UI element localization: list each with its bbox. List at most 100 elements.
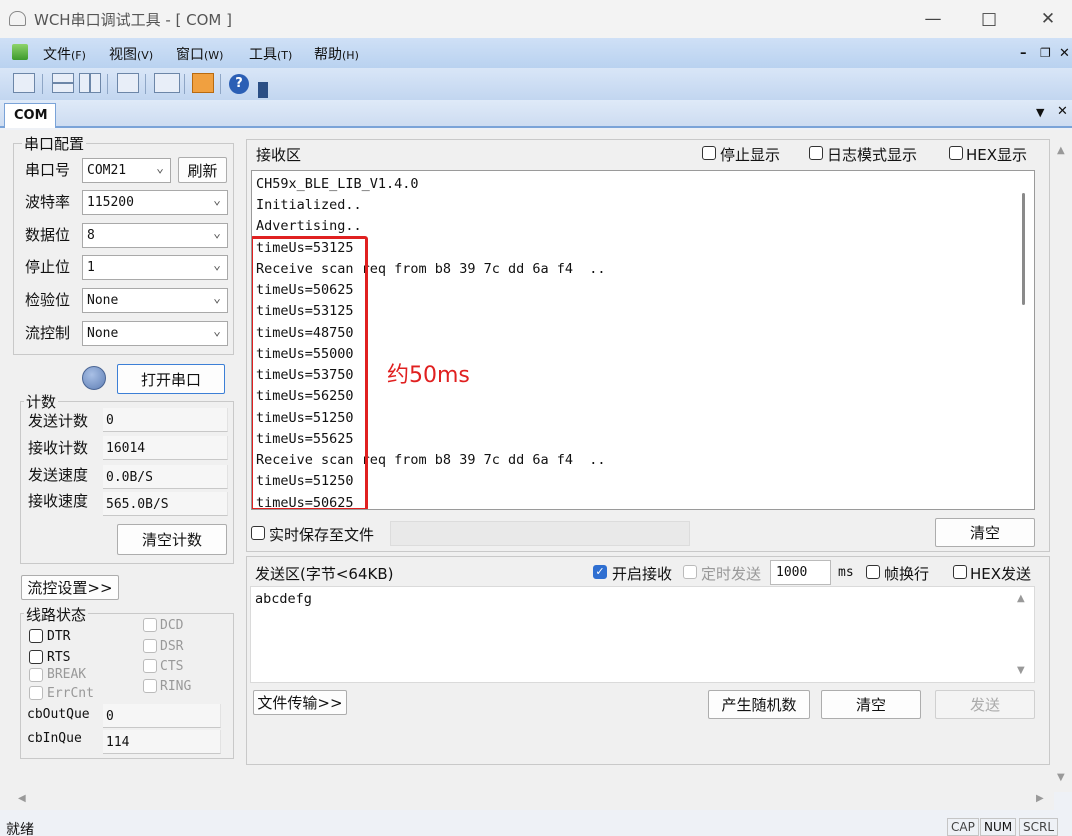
send-clear-button[interactable]: 清空 bbox=[821, 690, 921, 719]
scroll-down-icon[interactable]: ▼ bbox=[1057, 772, 1065, 783]
recv-count-value: 16014 bbox=[103, 436, 228, 460]
toolbar-separator bbox=[42, 74, 43, 94]
scroll-right-icon[interactable]: ▶ bbox=[1036, 793, 1044, 804]
tab-com[interactable]: COM bbox=[4, 103, 56, 128]
toolbar-overflow-icon[interactable] bbox=[258, 82, 268, 98]
baud-select[interactable]: 115200 ⌄ bbox=[82, 190, 228, 215]
chevron-down-icon: ⌄ bbox=[213, 258, 221, 273]
flow-select[interactable]: None ⌄ bbox=[82, 321, 228, 346]
receive-textarea[interactable]: CH59x_BLE_LIB_V1.4.0 Initialized.. Adver… bbox=[251, 170, 1035, 510]
databits-select[interactable]: 8 ⌄ bbox=[82, 223, 228, 248]
close-button[interactable]: ✕ bbox=[1025, 0, 1071, 38]
timed-send-label: 定时发送 bbox=[701, 565, 762, 583]
cts-checkbox bbox=[143, 659, 157, 673]
dtr-label: DTR bbox=[47, 629, 71, 644]
send-textarea[interactable]: abcdefg ▲ ▼ bbox=[250, 586, 1035, 683]
menu-tools[interactable]: 工具(T) bbox=[249, 44, 292, 64]
toolbar-separator bbox=[145, 74, 146, 94]
scroll-up-icon[interactable]: ▲ bbox=[1057, 145, 1065, 156]
random-button[interactable]: 产生随机数 bbox=[708, 690, 810, 719]
port-status-indicator bbox=[82, 366, 106, 390]
port-select[interactable]: COM21 ⌄ bbox=[82, 158, 171, 183]
menu-help[interactable]: 帮助(H) bbox=[314, 44, 359, 64]
tab-close-icon[interactable]: ✕ bbox=[1057, 104, 1068, 119]
sent-count-value: 0 bbox=[103, 408, 228, 432]
help-icon[interactable]: ? bbox=[229, 74, 249, 94]
refresh-button[interactable]: 刷新 bbox=[178, 157, 227, 183]
window-title: WCH串口调试工具 - [ COM ] bbox=[34, 11, 232, 29]
mdi-minimize-icon[interactable]: – bbox=[1020, 46, 1027, 61]
stop-display-checkbox[interactable] bbox=[702, 146, 716, 160]
scrl-indicator: SCRL bbox=[1019, 818, 1059, 836]
stop-display-label: 停止显示 bbox=[720, 146, 781, 164]
split-horizontal-icon[interactable] bbox=[52, 73, 74, 93]
status-bar bbox=[0, 816, 1072, 836]
log-mode-label: 日志模式显示 bbox=[827, 146, 918, 164]
upload-icon[interactable] bbox=[192, 73, 214, 93]
file-transfer-button[interactable]: 文件传输>> bbox=[253, 690, 347, 715]
calculator-icon[interactable] bbox=[117, 73, 139, 93]
break-checkbox bbox=[29, 668, 43, 682]
counts-legend: 计数 bbox=[24, 391, 59, 412]
interval-input[interactable]: 1000 bbox=[770, 560, 831, 585]
interval-unit: ms bbox=[838, 565, 854, 580]
toolbar-separator bbox=[220, 74, 221, 94]
hex-display-checkbox[interactable] bbox=[949, 146, 963, 160]
sent-count-label: 发送计数 bbox=[28, 412, 89, 430]
tab-list-icon[interactable]: ▼ bbox=[1036, 106, 1044, 119]
horizontal-scrollbar[interactable] bbox=[0, 792, 1054, 810]
recv-speed-value: 565.0B/S bbox=[103, 492, 228, 516]
flow-settings-button[interactable]: 流控设置>> bbox=[21, 575, 119, 600]
app-icon bbox=[9, 11, 26, 26]
receive-title: 接收区 bbox=[256, 146, 302, 164]
hex-send-checkbox[interactable] bbox=[953, 565, 967, 579]
scroll-left-icon[interactable]: ◀ bbox=[18, 793, 26, 804]
chevron-down-icon: ⌄ bbox=[213, 291, 221, 306]
split-vertical-icon[interactable] bbox=[79, 73, 101, 93]
receive-scrollbar-thumb[interactable] bbox=[1022, 193, 1025, 305]
mdi-close-icon[interactable]: ✕ bbox=[1059, 46, 1070, 61]
annotation-text: 约50ms bbox=[387, 363, 470, 388]
vertical-scrollbar[interactable] bbox=[1054, 130, 1072, 792]
log-mode-checkbox[interactable] bbox=[809, 146, 823, 160]
send-title: 发送区(字节<64KB) bbox=[255, 565, 394, 583]
rts-checkbox[interactable] bbox=[29, 650, 43, 664]
stopbits-select[interactable]: 1 ⌄ bbox=[82, 255, 228, 280]
clear-counts-button[interactable]: 清空计数 bbox=[117, 524, 227, 555]
open-port-button[interactable]: 打开串口 bbox=[117, 364, 225, 394]
device-manager-icon[interactable] bbox=[154, 73, 180, 93]
errcnt-label: ErrCnt bbox=[47, 686, 94, 701]
send-speed-label: 发送速度 bbox=[28, 466, 89, 484]
minimize-button[interactable]: — bbox=[910, 0, 956, 38]
dcd-checkbox bbox=[143, 618, 157, 632]
chevron-down-icon: ⌄ bbox=[213, 193, 221, 208]
parity-select[interactable]: None ⌄ bbox=[82, 288, 228, 313]
menu-view[interactable]: 视图(V) bbox=[109, 44, 153, 64]
dtr-checkbox[interactable] bbox=[29, 629, 43, 643]
send-scroll-down-icon[interactable]: ▼ bbox=[1017, 665, 1025, 676]
menu-window[interactable]: 窗口(W) bbox=[176, 44, 223, 64]
save-file-checkbox[interactable] bbox=[251, 526, 265, 540]
cts-label: CTS bbox=[160, 659, 184, 674]
send-button[interactable]: 发送 bbox=[935, 690, 1035, 719]
recv-speed-label: 接收速度 bbox=[28, 492, 89, 510]
recv-line: Initialized.. bbox=[256, 197, 362, 213]
chevron-down-icon: ⌄ bbox=[213, 226, 221, 241]
mdi-restore-icon[interactable]: ❐ bbox=[1040, 46, 1051, 60]
save-file-label: 实时保存至文件 bbox=[269, 526, 375, 544]
recv-line: Advertising.. bbox=[256, 218, 362, 234]
inque-value: 114 bbox=[103, 730, 221, 754]
maximize-button[interactable]: □ bbox=[966, 0, 1012, 38]
receive-clear-button[interactable]: 清空 bbox=[935, 518, 1035, 547]
new-session-icon[interactable] bbox=[13, 73, 35, 93]
menu-file[interactable]: 文件(F) bbox=[43, 44, 86, 64]
break-label: BREAK bbox=[47, 667, 87, 682]
dcd-label: DCD bbox=[160, 618, 184, 633]
timed-send-checkbox[interactable] bbox=[683, 565, 697, 579]
outque-label: cbOutQue bbox=[27, 707, 90, 722]
frame-newline-checkbox[interactable] bbox=[866, 565, 880, 579]
send-scroll-up-icon[interactable]: ▲ bbox=[1017, 593, 1025, 604]
enable-recv-checkbox[interactable]: ✓ bbox=[593, 565, 607, 579]
menu-app-icon bbox=[12, 44, 28, 60]
enable-recv-label: 开启接收 bbox=[612, 565, 673, 583]
